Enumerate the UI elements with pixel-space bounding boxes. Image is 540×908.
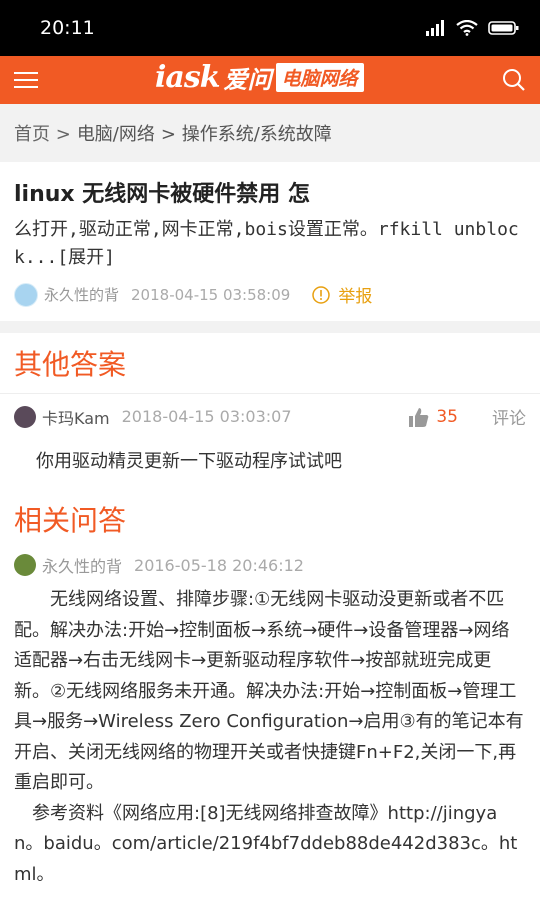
- related-card: 永久性的背 2016-05-18 20:46:12 无线网络设置、排障步骤:①无…: [0, 549, 540, 908]
- avatar[interactable]: [14, 405, 36, 428]
- other-answers-title: 其他答案: [0, 333, 540, 393]
- related-time: 2016-05-18 20:46:12: [134, 555, 304, 575]
- breadcrumb-subcategory[interactable]: > 操作系统/系统故障: [161, 120, 332, 146]
- logo-iask-text: iask: [155, 60, 221, 95]
- wifi-icon: [456, 20, 478, 36]
- question-meta: 永久性的背 2018-04-15 03:58:09 举报: [14, 282, 526, 307]
- answer-meta: 卡玛Kam 2018-04-15 03:03:07 35 评论: [0, 393, 540, 439]
- report-button[interactable]: 举报: [312, 282, 372, 307]
- breadcrumb-category[interactable]: 电脑/网络: [77, 120, 155, 146]
- question-user[interactable]: 永久性的背: [44, 284, 119, 305]
- avatar[interactable]: [14, 554, 36, 576]
- related-answer-text: 无线网络设置、排障步骤:①无线网卡驱动没更新或者不匹配。解决办法:开始→控制面板…: [14, 589, 524, 793]
- menu-icon[interactable]: [14, 70, 38, 90]
- report-label: 举报: [338, 287, 373, 307]
- answer-body: 你用驱动精灵更新一下驱动程序试试吧: [36, 451, 342, 472]
- answer-time: 2018-04-15 03:03:07: [121, 407, 292, 426]
- comment-button[interactable]: 评论: [492, 404, 526, 429]
- related-body: 无线网络设置、排障步骤:①无线网卡驱动没更新或者不匹配。解决办法:开始→控制面板…: [0, 581, 540, 908]
- related-reference: 参考资料《网络应用:[8]无线网络排查故障》http://jingyan。bai…: [14, 802, 518, 885]
- logo-aiwen-text: 爱问: [223, 66, 272, 94]
- signal-icon: [426, 20, 444, 36]
- question-time: 2018-04-15 03:58:09: [131, 285, 291, 304]
- breadcrumb: 首页 > 电脑/网络 > 操作系统/系统故障: [0, 104, 540, 162]
- question-body[interactable]: 么打开,驱动正常,网卡正常,bois设置正常。rfkill unblock...…: [14, 216, 526, 272]
- status-bar: 20:11: [0, 0, 540, 56]
- question-title: linux 无线网卡被硬件禁用 怎: [14, 182, 310, 207]
- status-icons: [426, 20, 520, 36]
- question-card: linux 无线网卡被硬件禁用 怎 么打开,驱动正常,网卡正常,bois设置正常…: [0, 162, 540, 321]
- answer-user[interactable]: 卡玛Kam: [42, 405, 110, 429]
- status-time: 20:11: [40, 17, 95, 39]
- like-count: 35: [436, 406, 458, 427]
- breadcrumb-home[interactable]: 首页 >: [14, 120, 71, 146]
- related-meta: 永久性的背 2016-05-18 20:46:12: [0, 549, 540, 581]
- related-title: 相关问答: [0, 489, 540, 549]
- app-header: iask 爱问 电脑网络: [0, 56, 540, 104]
- divider: [0, 321, 540, 333]
- related-user[interactable]: 永久性的背: [42, 553, 122, 577]
- search-icon[interactable]: [502, 68, 526, 92]
- iask-logo[interactable]: iask 爱问 电脑网络: [155, 60, 364, 95]
- warning-icon: [312, 285, 331, 304]
- logo-channel-text: 电脑网络: [275, 63, 364, 92]
- answer-card: 卡玛Kam 2018-04-15 03:03:07 35 评论 你用驱动精灵更新…: [0, 393, 540, 489]
- avatar[interactable]: [14, 282, 38, 307]
- thumbs-up-icon[interactable]: [408, 406, 430, 428]
- battery-icon: [488, 21, 519, 35]
